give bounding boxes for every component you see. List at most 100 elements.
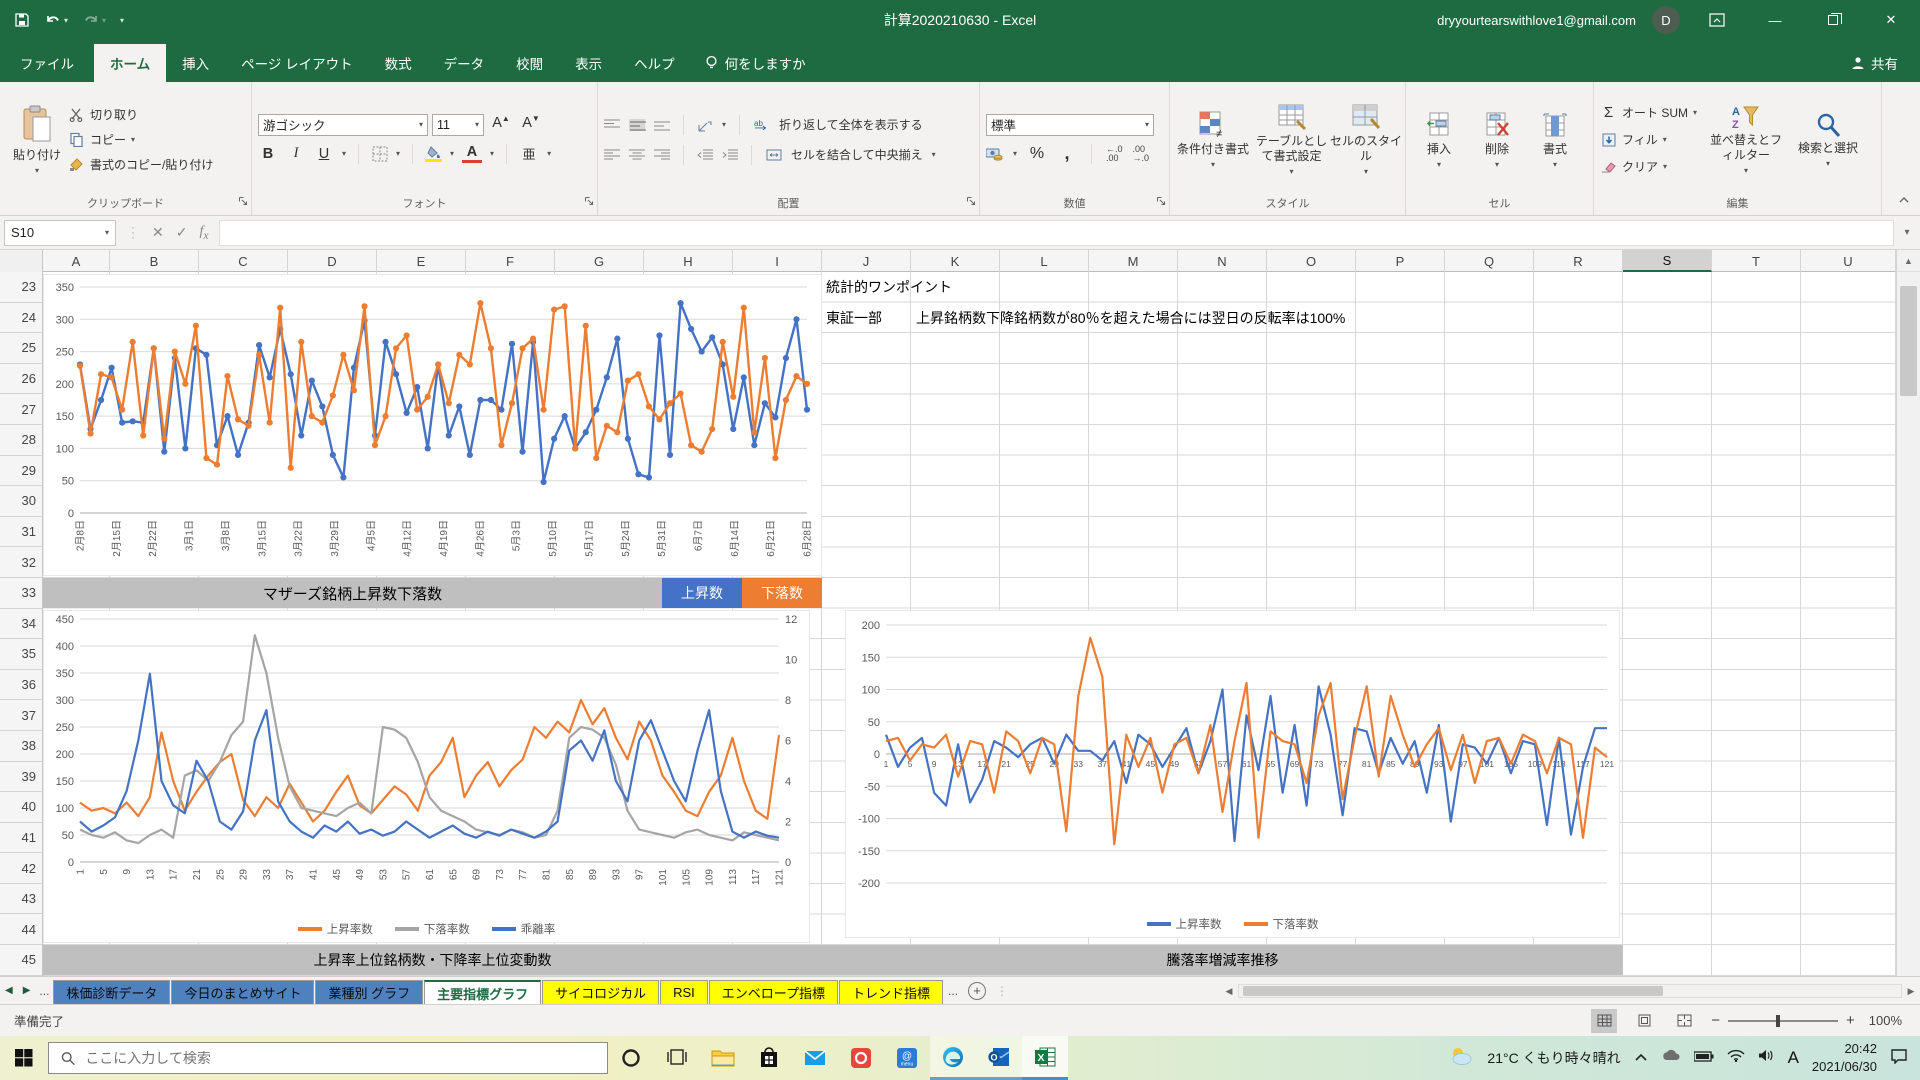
weather-text[interactable]: 21°C くもり時々晴れ (1487, 1048, 1620, 1068)
ribbon-tab-表示[interactable]: 表示 (559, 44, 618, 82)
undo-icon[interactable]: ▾ (44, 12, 68, 28)
align-center-icon[interactable] (629, 149, 645, 161)
ribbon-tab-挿入[interactable]: 挿入 (166, 44, 225, 82)
row-header-44[interactable]: 44 (0, 914, 42, 945)
select-all-corner[interactable] (0, 250, 43, 272)
customize-quick-access-icon[interactable]: ▾ (120, 16, 124, 25)
start-button[interactable] (0, 1036, 48, 1080)
autosum-button[interactable]: Σ オート SUM▾ (1600, 101, 1697, 125)
wrap-text-button[interactable]: 折り返して全体を表示する (779, 116, 923, 133)
alignment-dialog-launcher-icon[interactable] (966, 193, 976, 211)
increase-indent-icon[interactable] (722, 149, 738, 161)
column-header-P[interactable]: P (1356, 250, 1445, 272)
row-header-43[interactable]: 43 (0, 884, 42, 915)
row-header-28[interactable]: 28 (0, 425, 42, 456)
search-input[interactable] (85, 1050, 595, 1066)
comma-style-icon[interactable]: , (1057, 143, 1077, 164)
outlook-icon[interactable]: O (976, 1036, 1022, 1080)
decrease-decimal-icon[interactable]: .00→.0 (1133, 145, 1150, 163)
percent-style-icon[interactable]: % (1027, 145, 1047, 163)
scroll-right-icon[interactable]: ▶ (1902, 986, 1920, 997)
column-header-G[interactable]: G (555, 250, 644, 272)
ribbon-tab-ホーム[interactable]: ホーム (94, 44, 166, 82)
row-header-33[interactable]: 33 (0, 578, 42, 609)
format-painter-button[interactable]: 書式のコピー/貼り付け (68, 153, 213, 177)
row-header-30[interactable]: 30 (0, 486, 42, 517)
horizontal-scroll-thumb[interactable] (1243, 986, 1663, 996)
excel-icon[interactable]: X (1022, 1036, 1068, 1080)
zoom-level[interactable]: 100% (1869, 1013, 1902, 1028)
name-box[interactable]: S10▾ (4, 220, 116, 246)
zoom-out-icon[interactable]: − (1711, 1012, 1720, 1029)
worksheet-grid[interactable]: 2324252627282930313233343536373839404142… (0, 272, 1896, 976)
save-icon[interactable] (14, 12, 30, 28)
paste-button[interactable]: 貼り付け▾ (6, 86, 68, 193)
clipboard-dialog-launcher-icon[interactable] (238, 193, 248, 211)
cell-styles-button[interactable]: セルのスタイル▾ (1333, 86, 1399, 193)
sheet-nav-right-icon[interactable]: ▶ (18, 985, 36, 996)
cell-J24[interactable]: 東証一部 (826, 303, 882, 333)
decrease-font-icon[interactable]: A▼ (518, 114, 544, 136)
show-hidden-icons-icon[interactable] (1634, 1049, 1648, 1067)
column-header-K[interactable]: K (911, 250, 1000, 272)
formula-input[interactable] (219, 220, 1894, 246)
sheet-tab-サイコロジカル[interactable]: サイコロジカル (542, 980, 659, 1004)
volume-icon[interactable] (1758, 1049, 1775, 1067)
cancel-entry-icon[interactable]: ✕ (152, 224, 164, 241)
format-as-table-button[interactable]: テーブルとして書式設定▾ (1252, 86, 1331, 193)
chart-advance-decline-rate[interactable]: -200-150-100-500501001502001591317212529… (845, 610, 1620, 938)
minimize-button[interactable]: — (1754, 3, 1796, 37)
column-header-J[interactable]: J (822, 250, 911, 272)
expand-formula-bar-icon[interactable]: ▾ (1894, 227, 1920, 238)
sheet-tab-株価診断データ[interactable]: 株価診断データ (53, 980, 170, 1004)
cortana-icon[interactable] (608, 1036, 654, 1080)
collapse-ribbon-icon[interactable] (1898, 191, 1910, 209)
scroll-left-icon[interactable]: ◀ (1220, 986, 1238, 997)
orientation-icon[interactable] (697, 119, 713, 131)
underline-button[interactable]: U (314, 146, 334, 162)
edge-icon[interactable] (930, 1036, 976, 1080)
column-header-T[interactable]: T (1712, 250, 1801, 272)
cell-K24[interactable]: 上昇銘柄数下降銘柄数が80％を超えた場合には翌日の反転率は100% (916, 303, 1345, 333)
legend-cell-declines[interactable]: 下落数 (742, 578, 822, 608)
column-header-R[interactable]: R (1534, 250, 1623, 272)
row-header-23[interactable]: 23 (0, 272, 42, 303)
ribbon-tab-ページ レイアウト[interactable]: ページ レイアウト (225, 44, 368, 82)
legend-cell-advances[interactable]: 上昇数 (662, 578, 742, 608)
confirm-entry-icon[interactable]: ✓ (176, 224, 188, 241)
tab-file[interactable]: ファイル (0, 44, 94, 82)
column-header-M[interactable]: M (1089, 250, 1178, 272)
delete-cells-button[interactable]: 削除▾ (1470, 86, 1524, 193)
vertical-scrollbar[interactable]: ▲ (1896, 250, 1920, 976)
sheet-tab-RSI[interactable]: RSI (660, 980, 708, 1004)
tab-splitter[interactable]: ⋮ (992, 984, 1012, 998)
column-header-E[interactable]: E (377, 250, 466, 272)
column-header-Q[interactable]: Q (1445, 250, 1534, 272)
merge-center-button[interactable]: セルを結合して中央揃え (791, 146, 923, 163)
store-icon[interactable] (746, 1036, 792, 1080)
format-cells-button[interactable]: 書式▾ (1528, 86, 1582, 193)
normal-view-icon[interactable] (1591, 1009, 1617, 1033)
ime-mode-indicator[interactable]: A (1788, 1048, 1799, 1068)
row-header-42[interactable]: 42 (0, 853, 42, 884)
phonetic-guide-icon[interactable]: 亜 (519, 144, 539, 163)
row-header-24[interactable]: 24 (0, 303, 42, 334)
row-header-38[interactable]: 38 (0, 731, 42, 762)
ribbon-tab-数式[interactable]: 数式 (369, 44, 428, 82)
row-header-29[interactable]: 29 (0, 456, 42, 487)
row-header-45[interactable]: 45 (0, 945, 42, 976)
find-select-button[interactable]: 検索と選択▾ (1795, 86, 1861, 193)
column-header-O[interactable]: O (1267, 250, 1356, 272)
restore-button[interactable] (1812, 3, 1854, 37)
close-button[interactable]: ✕ (1870, 3, 1912, 37)
taskbar-clock[interactable]: 20:42 2021/06/30 (1812, 1040, 1877, 1075)
page-break-view-icon[interactable] (1671, 1009, 1697, 1033)
sheet-tab-今日のまとめサイト[interactable]: 今日のまとめサイト (171, 980, 314, 1004)
column-header-A[interactable]: A (43, 250, 110, 272)
sheet-overflow-right[interactable]: ... (944, 984, 962, 998)
taskbar-search-box[interactable] (48, 1042, 608, 1074)
increase-font-icon[interactable]: A▲ (488, 114, 514, 136)
column-header-B[interactable]: B (110, 250, 199, 272)
row-header-35[interactable]: 35 (0, 639, 42, 670)
bold-button[interactable]: B (258, 146, 278, 162)
